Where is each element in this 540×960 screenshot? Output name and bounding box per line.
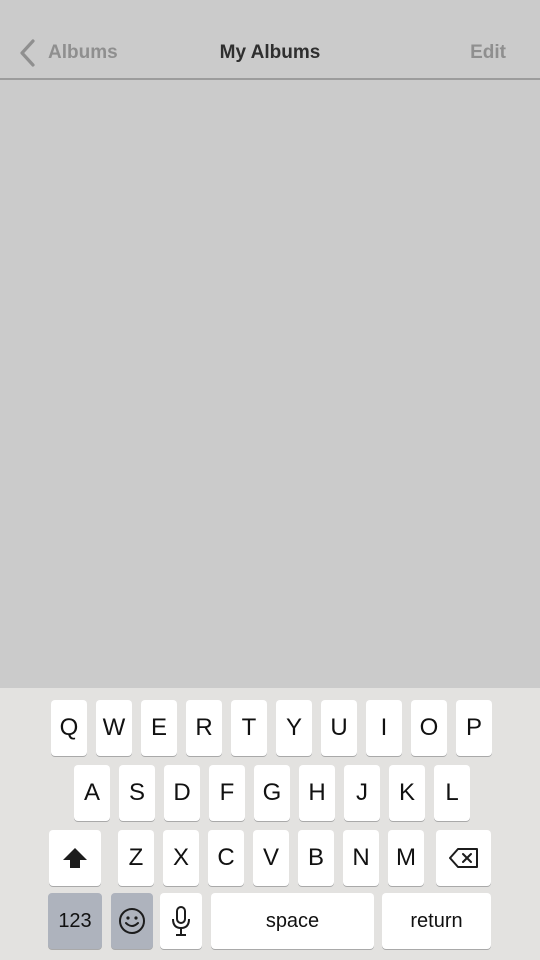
key-n[interactable]: N — [343, 830, 379, 886]
key-a[interactable]: A — [74, 765, 110, 821]
dictation-key[interactable] — [160, 893, 202, 949]
key-label: T — [241, 714, 257, 741]
key-label: Y — [285, 714, 302, 741]
back-button[interactable]: Albums — [16, 34, 118, 72]
key-j[interactable]: J — [344, 765, 380, 821]
space-key[interactable]: space — [211, 893, 374, 949]
key-v[interactable]: V — [253, 830, 289, 886]
key-g[interactable]: G — [254, 765, 290, 821]
key-label: M — [396, 844, 416, 871]
emoji-icon — [118, 907, 146, 935]
key-label: G — [262, 779, 282, 806]
albums-content-area — [0, 82, 540, 688]
key-label: Q — [59, 714, 79, 741]
key-x[interactable]: X — [163, 830, 199, 886]
emoji-key[interactable] — [111, 893, 153, 949]
return-key[interactable]: return — [382, 893, 491, 949]
key-h[interactable]: H — [299, 765, 335, 821]
key-y[interactable]: Y — [276, 700, 312, 756]
key-c[interactable]: C — [208, 830, 244, 886]
key-label: F — [219, 779, 235, 806]
key-t[interactable]: T — [231, 700, 267, 756]
page-title: My Albums — [219, 42, 321, 63]
backspace-icon — [448, 848, 479, 868]
shift-key[interactable] — [49, 830, 101, 886]
shift-icon — [62, 847, 88, 869]
key-label: H — [308, 779, 326, 806]
key-label: D — [173, 779, 191, 806]
back-button-label: Albums — [48, 42, 118, 63]
delete-key[interactable] — [436, 830, 491, 886]
key-label: C — [217, 844, 235, 871]
on-screen-keyboard: Q W E R T Y U I O P A S D F G H J K L Z … — [0, 688, 540, 960]
key-label: B — [307, 844, 324, 871]
key-i[interactable]: I — [366, 700, 402, 756]
key-u[interactable]: U — [321, 700, 357, 756]
return-key-label: return — [410, 910, 463, 932]
key-label: I — [380, 714, 388, 741]
key-label: O — [419, 714, 439, 741]
key-label: J — [356, 779, 368, 806]
key-label: E — [150, 714, 167, 741]
key-label: N — [352, 844, 370, 871]
key-label: S — [128, 779, 145, 806]
key-b[interactable]: B — [298, 830, 334, 886]
key-label: W — [102, 714, 126, 741]
key-label: K — [398, 779, 415, 806]
edit-button[interactable]: Edit — [470, 34, 506, 72]
chevron-left-icon — [16, 38, 40, 68]
space-key-label: space — [265, 910, 320, 932]
numbers-key-label: 123 — [58, 910, 92, 932]
key-p[interactable]: P — [456, 700, 492, 756]
key-q[interactable]: Q — [51, 700, 87, 756]
key-label: L — [445, 779, 459, 806]
key-d[interactable]: D — [164, 765, 200, 821]
microphone-icon — [170, 905, 192, 937]
key-label: X — [172, 844, 189, 871]
screen: Albums My Albums Edit Q W E R T Y U I O … — [0, 0, 540, 960]
key-label: A — [83, 779, 100, 806]
key-s[interactable]: S — [119, 765, 155, 821]
key-label: P — [465, 714, 482, 741]
key-label: R — [195, 714, 213, 741]
navigation-bar: Albums My Albums Edit — [0, 0, 540, 80]
key-m[interactable]: M — [388, 830, 424, 886]
key-w[interactable]: W — [96, 700, 132, 756]
key-f[interactable]: F — [209, 765, 245, 821]
key-z[interactable]: Z — [118, 830, 154, 886]
numbers-key[interactable]: 123 — [48, 893, 102, 949]
key-label: Z — [128, 844, 144, 871]
key-k[interactable]: K — [389, 765, 425, 821]
key-e[interactable]: E — [141, 700, 177, 756]
key-label: U — [330, 714, 348, 741]
key-l[interactable]: L — [434, 765, 470, 821]
key-label: V — [262, 844, 279, 871]
key-o[interactable]: O — [411, 700, 447, 756]
key-r[interactable]: R — [186, 700, 222, 756]
